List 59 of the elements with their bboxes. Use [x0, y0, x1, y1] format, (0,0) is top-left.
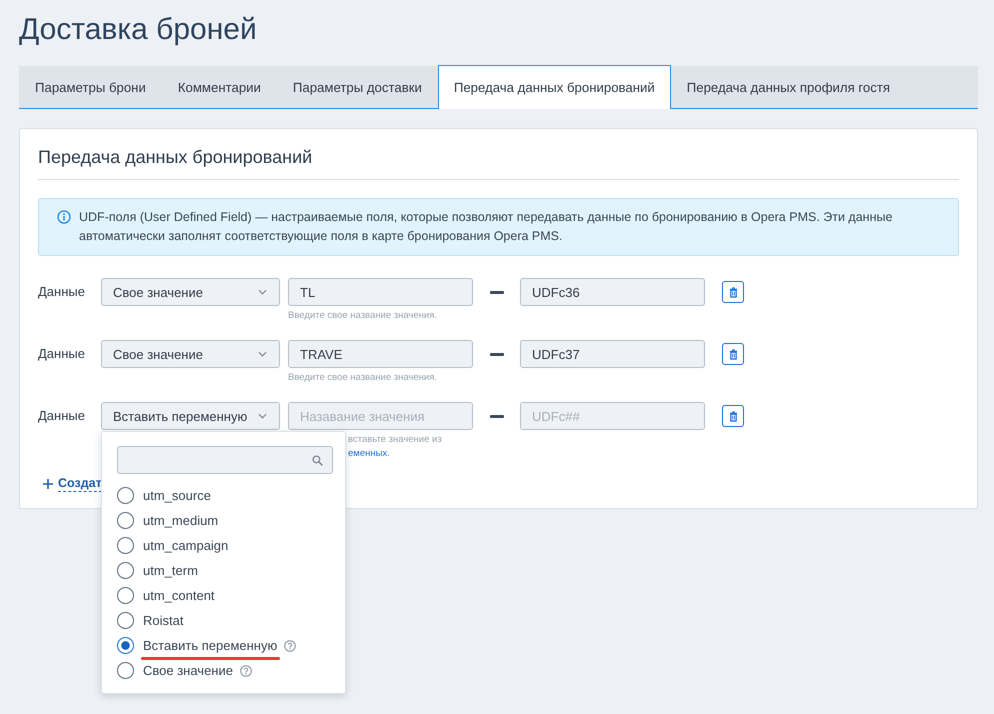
search-icon — [312, 454, 323, 466]
delete-button[interactable] — [722, 343, 744, 365]
dash-separator — [490, 290, 504, 294]
value-input[interactable]: TL — [288, 278, 473, 306]
tab[interactable]: Передача данных бронирований — [438, 65, 671, 109]
option-label[interactable]: Вставить переменную — [143, 638, 278, 652]
hint-text: вставьте значение из — [348, 433, 442, 447]
hint-text: Введите свое название значения. — [288, 371, 437, 385]
hint-link[interactable]: еменных. — [348, 447, 390, 461]
option-label[interactable]: utm_term — [143, 562, 198, 578]
chevron-down-icon — [258, 351, 267, 357]
value-input[interactable]: Назавание значения — [288, 402, 473, 430]
radio-button[interactable] — [117, 537, 134, 554]
radio-button[interactable] — [117, 512, 134, 529]
chevron-down-icon — [258, 289, 267, 295]
tab[interactable]: Передача данных профиля гостя — [670, 65, 906, 108]
row-label: Данные — [38, 408, 86, 423]
hint-text: Введите свое название значения. — [288, 309, 437, 323]
trash-icon — [728, 286, 738, 298]
source-select[interactable]: Свое значение — [101, 278, 280, 306]
udf-input[interactable]: UDFc37 — [520, 340, 705, 368]
page-title: Доставка броней — [19, 12, 258, 48]
radio-button[interactable] — [117, 612, 134, 629]
radio-button[interactable] — [117, 562, 134, 579]
tab[interactable]: Параметры доставки — [276, 65, 438, 108]
info-text: UDF-поля (User Defined Field) — настраиваемые поля, которые позволяют передавать данные по бронированию в Opera PMS. Эти данные автоматически заполнят соответствующие поля в карте бронирования Opera PMS. — [79, 209, 894, 245]
option-label[interactable]: Roistat — [143, 612, 184, 628]
radio-button[interactable] — [117, 662, 134, 679]
source-select[interactable]: Вставить переменную — [101, 402, 280, 430]
dash-separator — [490, 414, 504, 418]
delete-button[interactable] — [722, 405, 744, 427]
row-label: Данные — [38, 346, 86, 361]
search-field[interactable] — [117, 446, 333, 474]
option-label[interactable]: utm_source — [143, 488, 211, 502]
trash-icon — [728, 410, 738, 422]
udf-input[interactable]: UDFc## — [520, 402, 705, 430]
trash-icon — [728, 348, 738, 360]
option-label[interactable]: utm_medium — [143, 512, 218, 528]
help-icon[interactable] — [284, 640, 296, 652]
option-label[interactable]: Свое значение — [143, 662, 233, 678]
dash-separator — [490, 352, 504, 356]
radio-button[interactable] — [117, 637, 134, 654]
info-icon — [57, 210, 71, 224]
panel-title: Передача данных бронирований — [38, 129, 959, 180]
add-link[interactable]: Создат — [38, 475, 102, 492]
help-icon[interactable] — [240, 664, 252, 676]
radio-button[interactable] — [117, 487, 134, 504]
plus-icon — [43, 478, 53, 488]
chevron-down-icon — [258, 413, 267, 419]
udf-input[interactable]: UDFc36 — [520, 278, 705, 306]
row-label: Данные — [38, 284, 86, 299]
delete-button[interactable] — [722, 281, 744, 303]
value-input[interactable]: TRAVE — [288, 340, 473, 368]
tab[interactable]: Комментарии — [162, 65, 277, 108]
option-label[interactable]: utm_campaign — [143, 538, 228, 552]
option-label[interactable]: utm_content — [143, 588, 215, 602]
radio-button[interactable] — [117, 587, 134, 604]
source-select[interactable]: Свое значение — [101, 340, 280, 368]
tab[interactable]: Параметры брони — [19, 65, 162, 108]
